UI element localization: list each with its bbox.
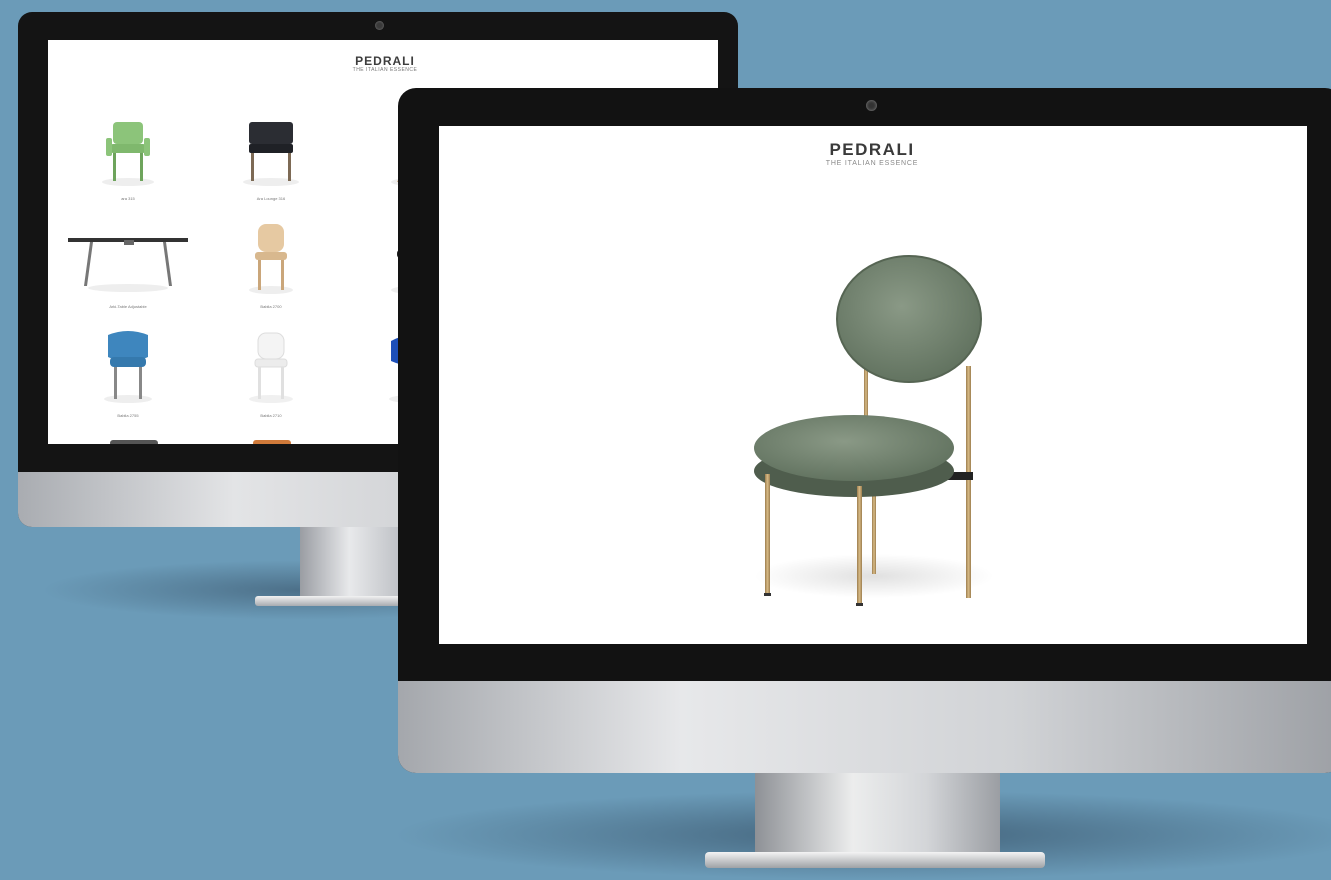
product-card[interactable]: Babila 2710 [211,327,331,437]
front-monitor: PEDRALI THE ITALIAN ESSENCE [398,88,1331,773]
product-card[interactable]: Ara Lounge 316 [211,110,331,220]
wood-chair-image [249,224,293,294]
product-caption: Babila 2755 [117,413,139,418]
product-caption: ara 315 [121,196,135,201]
back-monitor-stand [300,520,410,605]
blue-armchair-image [104,331,152,403]
brand-logo[interactable]: PEDRALI THE ITALIAN ESSENCE [340,54,430,73]
product-caption: Babila 2710 [260,413,282,418]
partial-product-image [253,440,291,444]
green-chair-product-image[interactable] [739,246,999,606]
brand-name: PEDRALI [829,140,915,159]
product-card[interactable]: Babila 2755 [68,327,188,437]
product-card[interactable]: ara 315 [68,110,188,220]
partial-product-image [110,440,158,444]
brand-tagline: THE ITALIAN ESSENCE [352,67,418,73]
product-card[interactable]: Arki-Table Adjustable [68,218,188,328]
brand-tagline: THE ITALIAN ESSENCE [825,160,919,167]
front-monitor-stand [755,765,1000,865]
product-card[interactable]: Babila 2700 [211,218,331,328]
brand-logo[interactable]: PEDRALI THE ITALIAN ESSENCE [799,140,945,167]
black-lounge-chair-image [243,122,299,186]
front-monitor-chin [398,681,1331,773]
front-monitor-foot [705,852,1045,868]
product-caption: Arki-Table Adjustable [109,304,147,309]
table-image [68,238,188,292]
white-chair-image [249,332,293,403]
product-caption: Babila 2700 [260,304,282,309]
front-screen-product-detail: PEDRALI THE ITALIAN ESSENCE [439,126,1307,644]
brand-name: PEDRALI [355,54,415,68]
product-caption: Ara Lounge 316 [256,196,286,201]
green-armchair-image [102,122,154,186]
webcam-icon [866,100,877,111]
webcam-icon [375,21,384,30]
